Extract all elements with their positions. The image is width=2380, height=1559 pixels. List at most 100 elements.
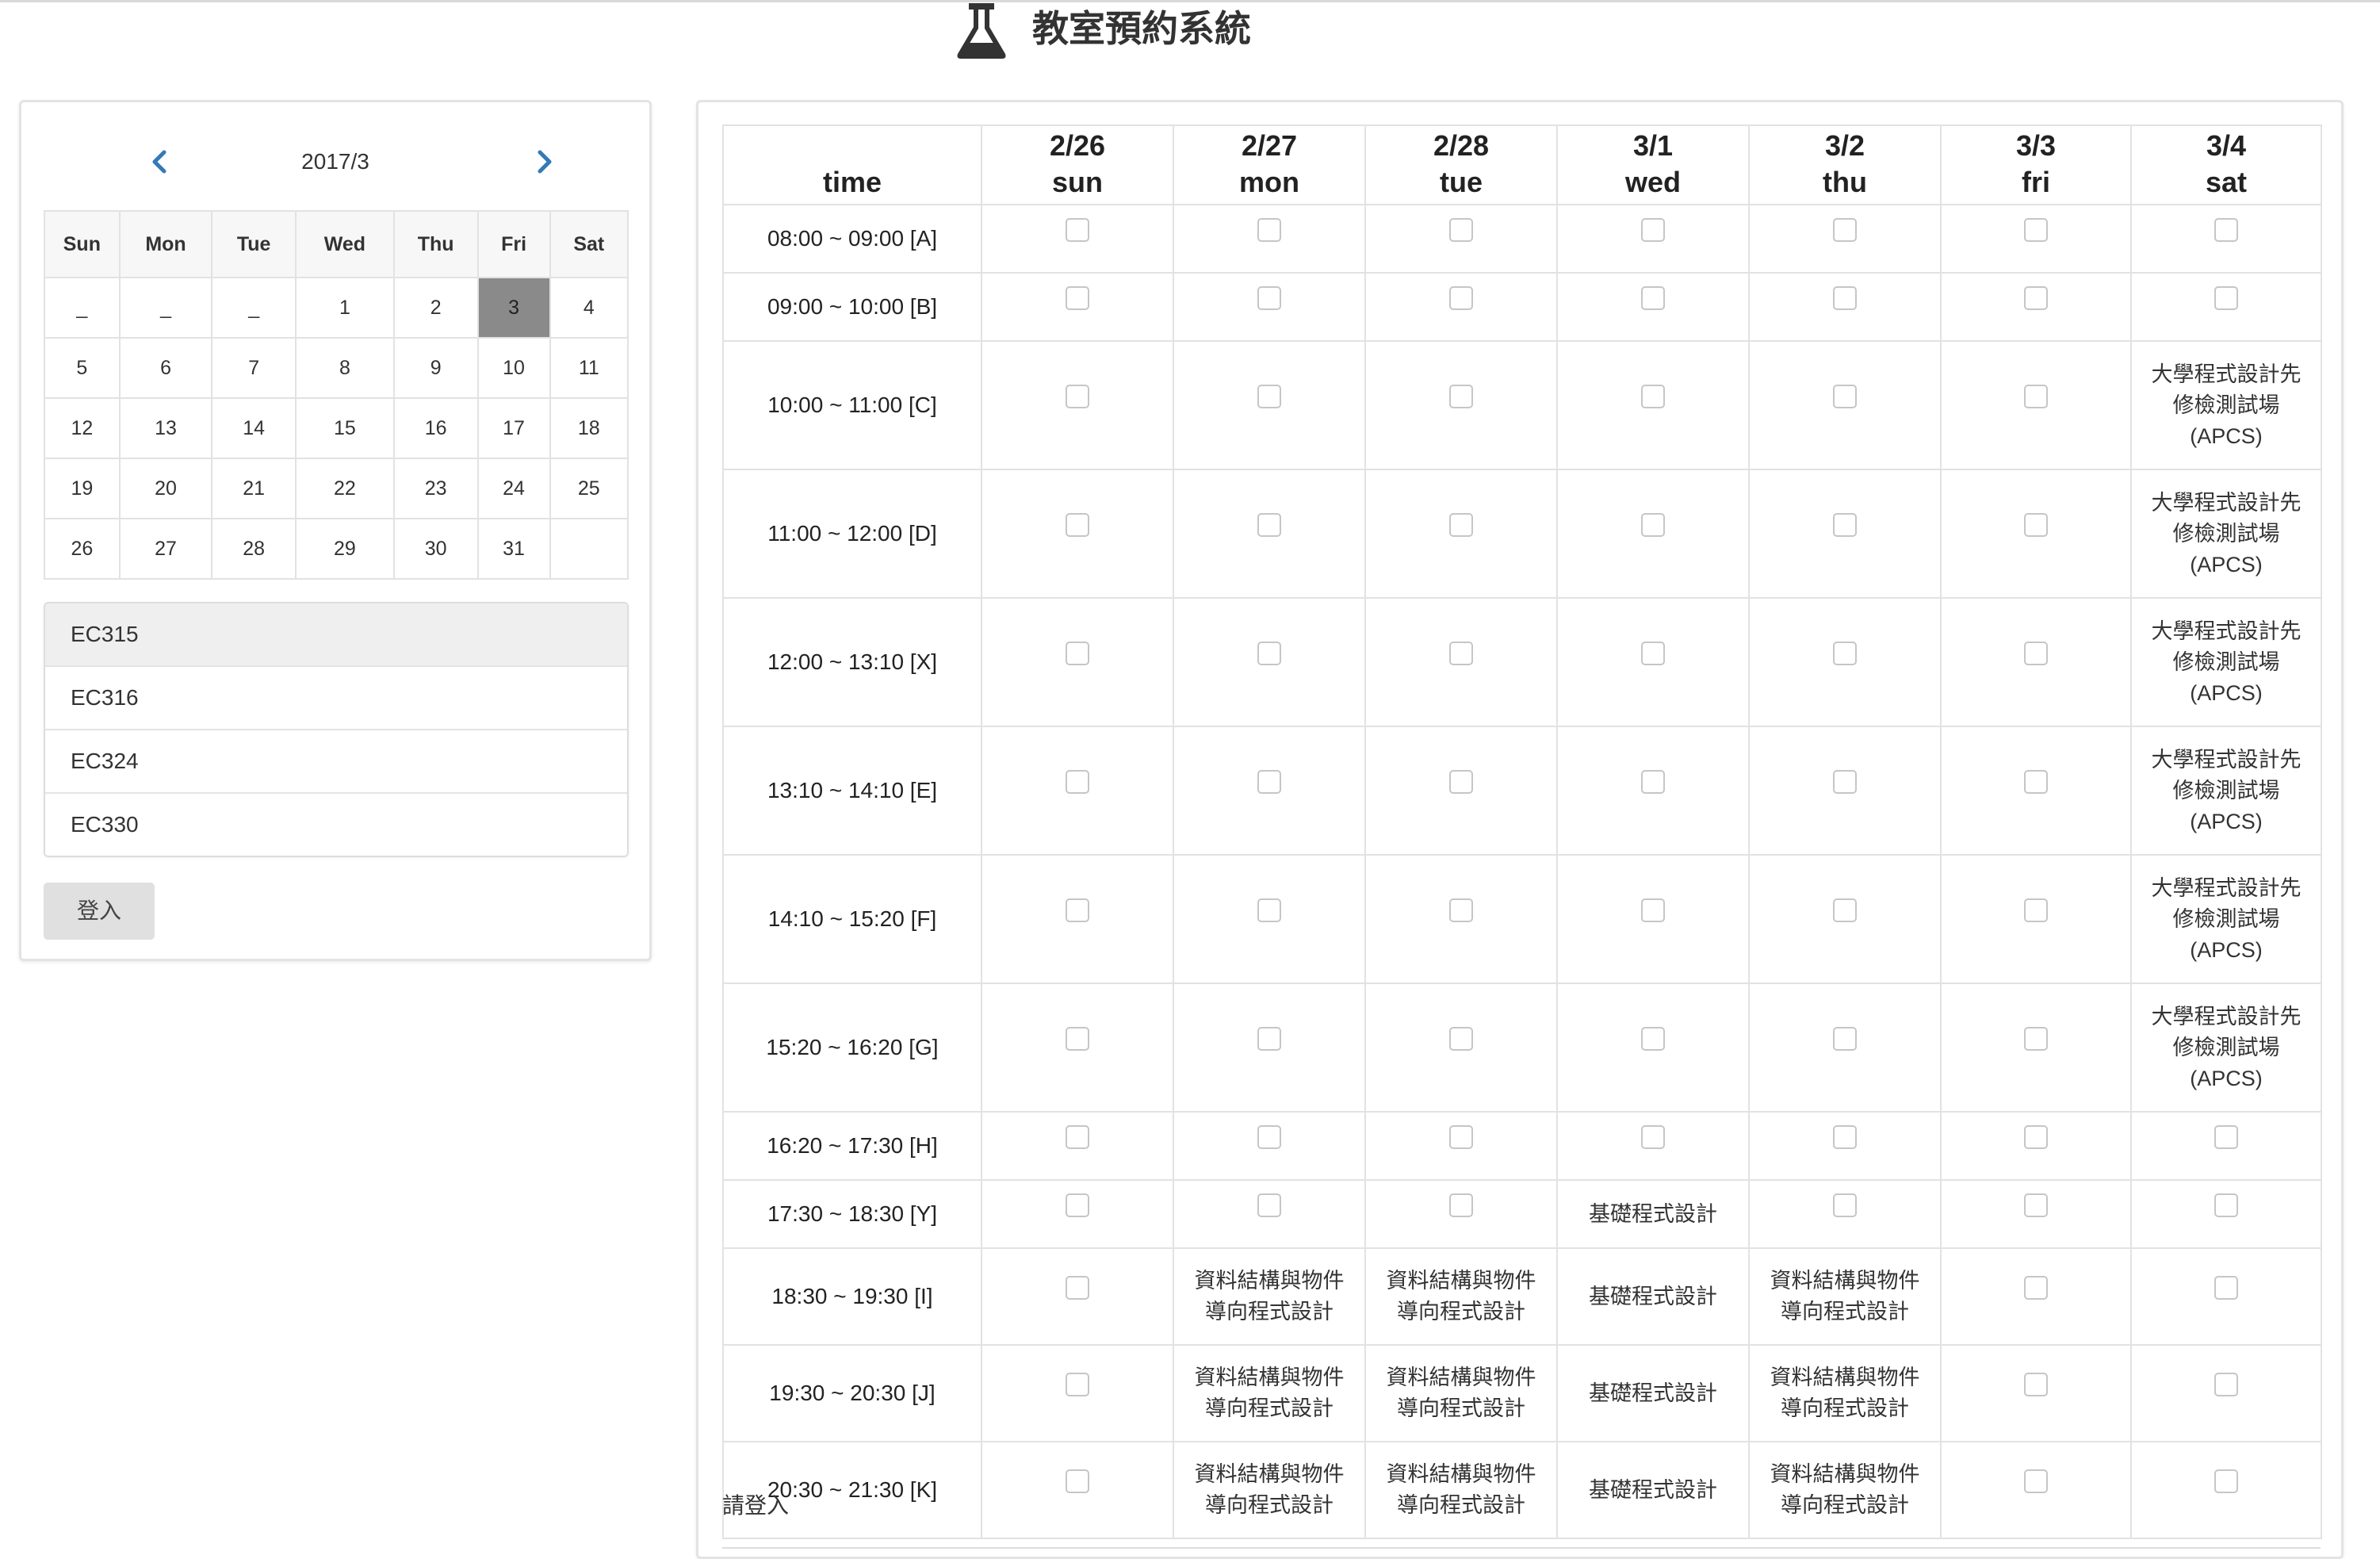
slot-checkbox[interactable] (2024, 286, 2048, 311)
calendar-day[interactable]: 28 (211, 518, 297, 580)
calendar-day[interactable]: 19 (44, 458, 121, 519)
slot-checkbox[interactable] (1833, 1193, 1857, 1218)
slot-checkbox[interactable] (1833, 642, 1857, 666)
calendar-day[interactable]: 22 (294, 458, 395, 519)
slot-checkbox[interactable] (2024, 1193, 2048, 1218)
room-item[interactable]: EC330 (45, 794, 627, 856)
slot-checkbox[interactable] (1449, 1027, 1473, 1051)
calendar-day[interactable]: 8 (294, 337, 395, 399)
calendar-day[interactable]: 12 (44, 397, 121, 459)
slot-checkbox[interactable] (1066, 1469, 1089, 1494)
calendar-day[interactable]: 4 (549, 277, 629, 339)
slot-checkbox[interactable] (2214, 218, 2238, 243)
calendar-day[interactable]: 31 (476, 518, 551, 580)
calendar-day[interactable]: 11 (549, 337, 629, 399)
slot-checkbox[interactable] (1641, 1125, 1665, 1150)
slot-checkbox[interactable] (1257, 898, 1281, 923)
slot-checkbox[interactable] (1833, 1125, 1857, 1150)
slot-checkbox[interactable] (1066, 218, 1089, 243)
slot-checkbox[interactable] (1257, 513, 1281, 538)
slot-checkbox[interactable] (1066, 286, 1089, 311)
calendar-day[interactable]: 7 (211, 337, 297, 399)
calendar-day[interactable]: 2 (392, 277, 479, 339)
slot-checkbox[interactable] (1257, 1193, 1281, 1218)
slot-checkbox[interactable] (1066, 1027, 1089, 1051)
calendar-day[interactable]: 18 (549, 397, 629, 459)
slot-checkbox[interactable] (1833, 286, 1857, 311)
slot-checkbox[interactable] (2024, 218, 2048, 243)
calendar-day[interactable]: 29 (294, 518, 395, 580)
slot-checkbox[interactable] (1257, 286, 1281, 311)
slot-checkbox[interactable] (2214, 1373, 2238, 1397)
calendar-day[interactable]: 27 (118, 518, 213, 580)
slot-checkbox[interactable] (1066, 385, 1089, 409)
slot-checkbox[interactable] (1449, 1193, 1473, 1218)
calendar-day[interactable]: 16 (392, 397, 479, 459)
slot-checkbox[interactable] (1066, 1125, 1089, 1150)
calendar-day[interactable]: 24 (476, 458, 551, 519)
slot-checkbox[interactable] (2214, 286, 2238, 311)
slot-checkbox[interactable] (1641, 1027, 1665, 1051)
room-item[interactable]: EC324 (45, 730, 627, 794)
calendar-day[interactable]: 17 (476, 397, 551, 459)
room-item[interactable]: EC316 (45, 667, 627, 730)
slot-checkbox[interactable] (1257, 770, 1281, 795)
slot-checkbox[interactable] (1066, 1193, 1089, 1218)
slot-checkbox[interactable] (1641, 385, 1665, 409)
slot-checkbox[interactable] (1449, 770, 1473, 795)
calendar-day[interactable]: 14 (211, 397, 297, 459)
calendar-day[interactable]: 30 (392, 518, 479, 580)
login-button[interactable]: 登入 (44, 883, 155, 940)
calendar-day[interactable]: 21 (211, 458, 297, 519)
slot-checkbox[interactable] (1066, 770, 1089, 795)
slot-checkbox[interactable] (1449, 898, 1473, 923)
slot-checkbox[interactable] (2024, 1373, 2048, 1397)
slot-checkbox[interactable] (1449, 1125, 1473, 1150)
calendar-day[interactable]: 3 (476, 277, 551, 339)
slot-checkbox[interactable] (1066, 1276, 1089, 1300)
slot-checkbox[interactable] (2214, 1193, 2238, 1218)
slot-checkbox[interactable] (2024, 898, 2048, 923)
calendar-day[interactable]: 26 (44, 518, 121, 580)
slot-checkbox[interactable] (1257, 642, 1281, 666)
slot-checkbox[interactable] (1641, 898, 1665, 923)
slot-checkbox[interactable] (1833, 513, 1857, 538)
slot-checkbox[interactable] (1066, 642, 1089, 666)
slot-checkbox[interactable] (1066, 1373, 1089, 1397)
slot-checkbox[interactable] (2024, 1125, 2048, 1150)
slot-checkbox[interactable] (2024, 1027, 2048, 1051)
slot-checkbox[interactable] (1641, 218, 1665, 243)
slot-checkbox[interactable] (1641, 770, 1665, 795)
slot-checkbox[interactable] (1257, 1125, 1281, 1150)
calendar-day[interactable]: 23 (392, 458, 479, 519)
calendar-day[interactable]: 13 (118, 397, 213, 459)
slot-checkbox[interactable] (1641, 642, 1665, 666)
calendar-day[interactable]: 5 (44, 337, 121, 399)
slot-checkbox[interactable] (1257, 1027, 1281, 1051)
slot-checkbox[interactable] (1066, 898, 1089, 923)
slot-checkbox[interactable] (1833, 1027, 1857, 1051)
calendar-day[interactable]: 9 (392, 337, 479, 399)
slot-checkbox[interactable] (1066, 513, 1089, 538)
slot-checkbox[interactable] (1449, 218, 1473, 243)
calendar-day[interactable]: 20 (118, 458, 213, 519)
slot-checkbox[interactable] (2214, 1469, 2238, 1494)
calendar-day[interactable]: 6 (118, 337, 213, 399)
slot-checkbox[interactable] (2024, 1276, 2048, 1300)
slot-checkbox[interactable] (2024, 770, 2048, 795)
slot-checkbox[interactable] (1449, 642, 1473, 666)
slot-checkbox[interactable] (1257, 385, 1281, 409)
room-item[interactable]: EC315 (45, 603, 627, 667)
slot-checkbox[interactable] (1641, 513, 1665, 538)
calendar-day[interactable]: 15 (294, 397, 395, 459)
slot-checkbox[interactable] (2024, 642, 2048, 666)
slot-checkbox[interactable] (1833, 770, 1857, 795)
slot-checkbox[interactable] (2024, 1469, 2048, 1494)
slot-checkbox[interactable] (1449, 385, 1473, 409)
chevron-left-icon[interactable] (132, 134, 188, 190)
calendar-day[interactable]: 1 (294, 277, 395, 339)
slot-checkbox[interactable] (2024, 513, 2048, 538)
slot-checkbox[interactable] (1833, 218, 1857, 243)
slot-checkbox[interactable] (1449, 286, 1473, 311)
slot-checkbox[interactable] (1833, 898, 1857, 923)
